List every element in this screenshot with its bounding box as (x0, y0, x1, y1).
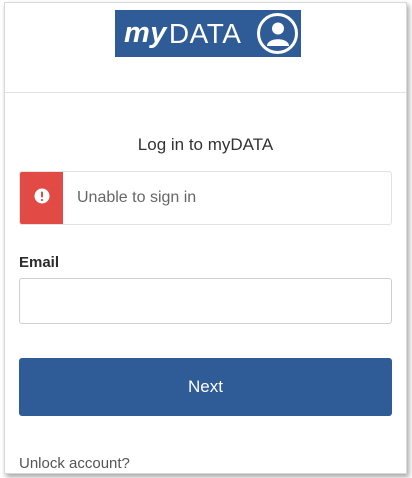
logo-data-text: DATA (168, 17, 242, 49)
error-icon-container (20, 172, 63, 224)
user-circle-icon (257, 13, 298, 54)
login-panel: my DATA Log in to myDATA Unable to sign … (4, 2, 407, 474)
logo-my-text: my (124, 17, 167, 49)
unlock-account-link[interactable]: Unlock account? (19, 455, 130, 472)
email-field[interactable] (19, 278, 392, 324)
header-divider (5, 92, 406, 93)
page-title: Log in to myDATA (137, 135, 274, 154)
exclamation-icon (34, 188, 50, 209)
mydata-logo: my DATA (115, 10, 301, 57)
error-message: Unable to sign in (77, 189, 197, 206)
next-button[interactable]: Next (19, 358, 392, 416)
error-alert: Unable to sign in (19, 171, 392, 225)
email-label: Email (19, 254, 60, 271)
